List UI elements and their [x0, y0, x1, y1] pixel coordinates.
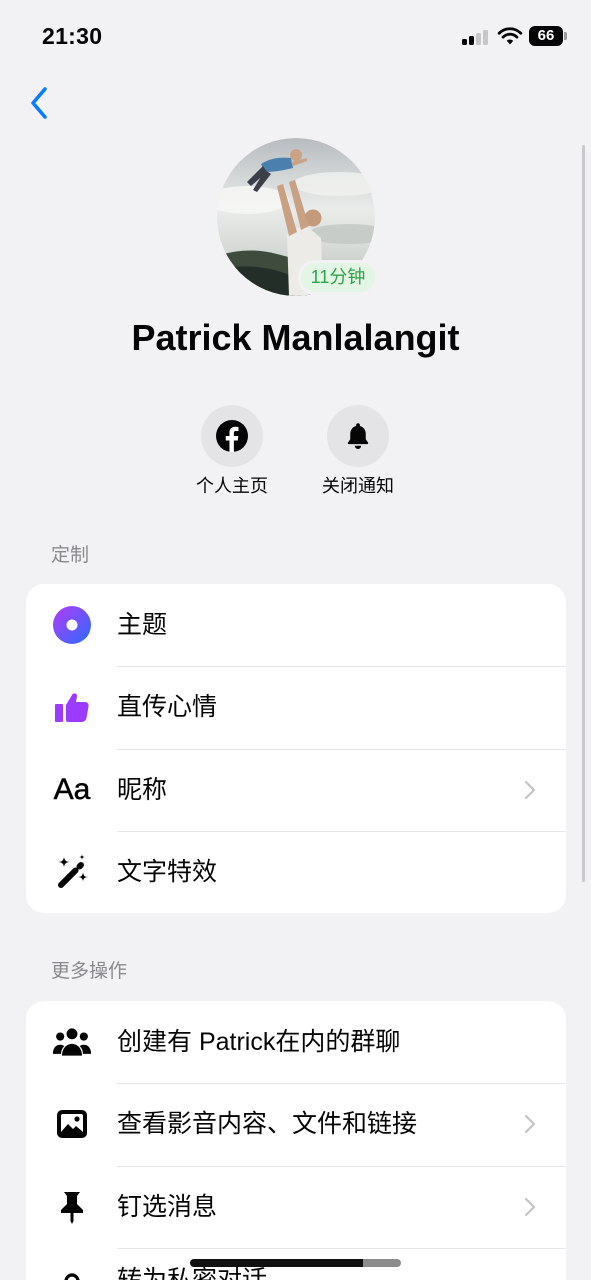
row-label-media-files-links: 查看影音内容、文件和链接 [117, 1110, 418, 1139]
row-label-quick-reaction: 直传心情 [117, 693, 218, 722]
theme-icon [52, 605, 92, 645]
customize-card: 主题 直传心情 Aa 昵称 文字特效 [26, 584, 566, 913]
active-status-badge: 11分钟 [298, 260, 378, 295]
bell-icon [347, 423, 369, 449]
status-time: 21:30 [42, 23, 103, 49]
row-pinned-messages[interactable]: 钉选消息 [26, 1165, 566, 1248]
mute-notifications-button[interactable] [327, 405, 389, 467]
back-button[interactable] [24, 84, 54, 122]
row-word-effects[interactable]: 文字特效 [26, 830, 566, 913]
row-theme[interactable]: 主题 [26, 584, 566, 666]
scroll-indicator[interactable] [582, 145, 585, 882]
row-label-create-group: 创建有 Patrick在内的群聊 [117, 1028, 401, 1057]
row-label-word-effects: 文字特效 [117, 857, 218, 886]
row-media-files-links[interactable]: 查看影音内容、文件和链接 [26, 1083, 566, 1165]
row-label-pinned-messages: 钉选消息 [117, 1192, 218, 1221]
row-create-group[interactable]: 创建有 Patrick在内的群聊 [26, 1001, 566, 1083]
row-nickname[interactable]: Aa 昵称 [26, 748, 566, 831]
profile-button-label: 个人主页 [196, 476, 268, 496]
row-label-theme: 主题 [117, 611, 168, 640]
pin-icon [52, 1187, 92, 1227]
section-title-customize: 定制 [51, 545, 90, 566]
nickname-icon-text: Aa [53, 772, 91, 806]
magic-wand-icon [52, 852, 92, 892]
profile-name: Patrick Manlalangit [131, 317, 460, 358]
row-label-nickname: 昵称 [117, 775, 168, 804]
home-indicator [190, 1259, 401, 1267]
chevron-left-icon [31, 87, 47, 119]
chevron-right-icon [524, 1115, 536, 1134]
section-title-more-actions: 更多操作 [51, 961, 128, 982]
battery-level: 66 [529, 26, 563, 46]
profile-button[interactable] [201, 405, 263, 467]
group-icon [52, 1022, 92, 1062]
signal-icon [462, 29, 490, 45]
nickname-icon: Aa [52, 770, 92, 810]
thumbs-up-icon [52, 687, 92, 727]
mute-notifications-label: 关闭通知 [322, 476, 394, 496]
chevron-right-icon [524, 1197, 536, 1216]
battery-icon: 66 [529, 26, 569, 46]
battery-cap [564, 32, 567, 40]
lock-icon [52, 1248, 92, 1280]
wifi-icon [497, 26, 523, 46]
row-quick-reaction[interactable]: 直传心情 [26, 666, 566, 748]
facebook-icon [216, 420, 248, 452]
more-actions-card: 创建有 Patrick在内的群聊 查看影音内容、文件和链接 钉选消息 转为私密对… [26, 1001, 566, 1280]
chevron-right-icon [524, 780, 536, 799]
media-icon [52, 1104, 92, 1144]
